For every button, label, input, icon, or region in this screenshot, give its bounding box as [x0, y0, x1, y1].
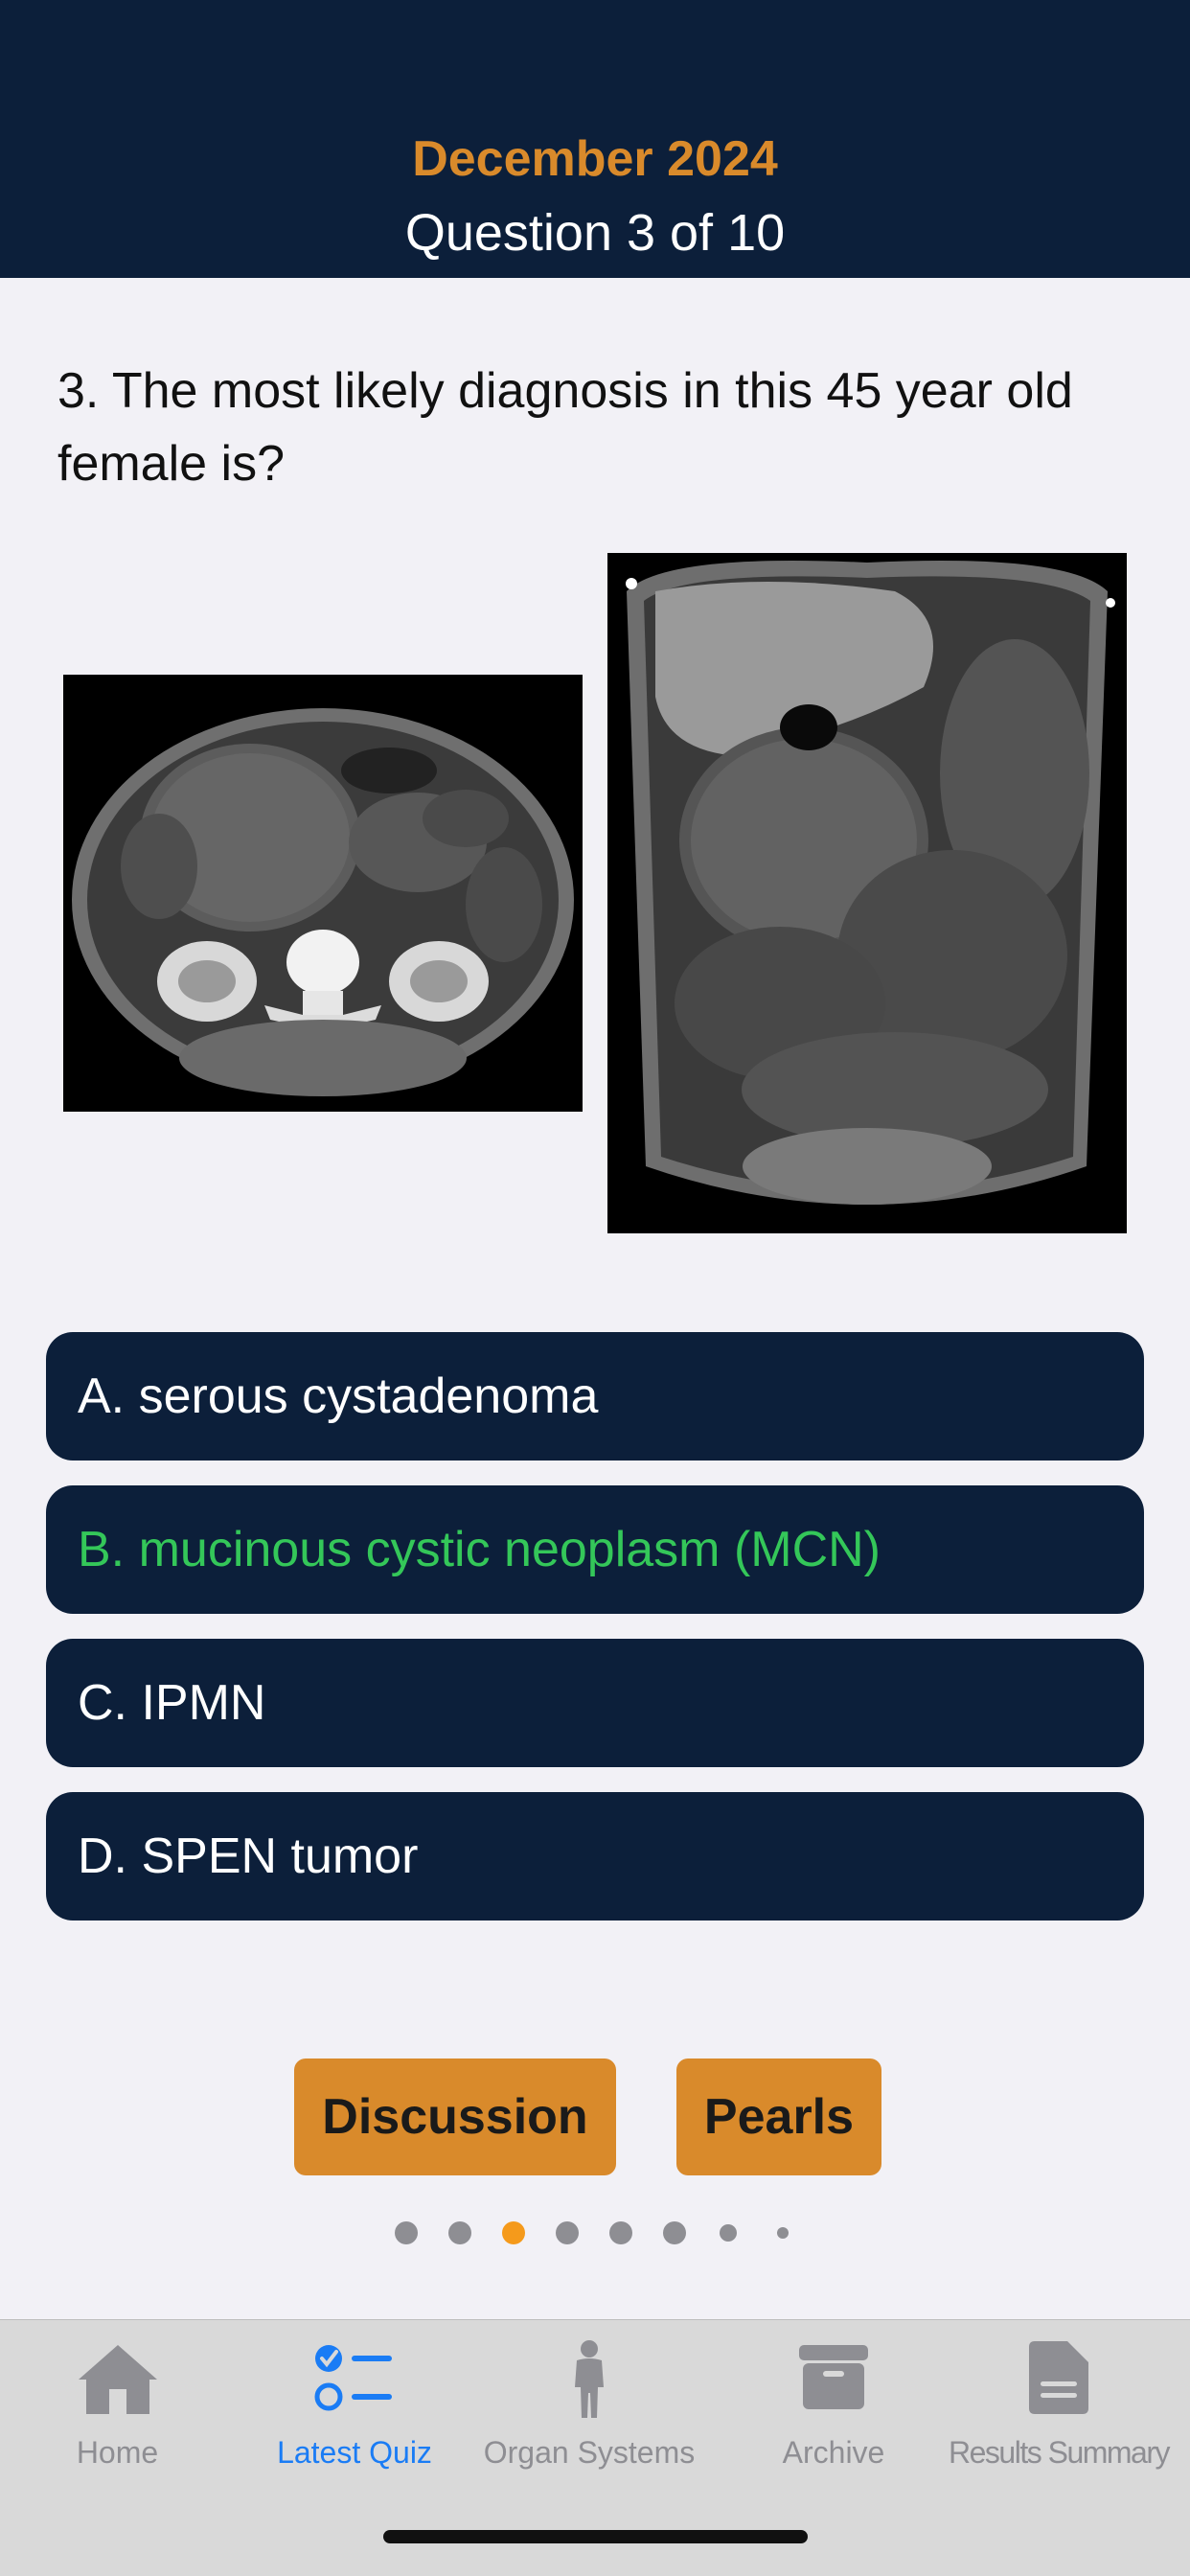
answer-option-b[interactable]: B. mucinous cystic neoplasm (MCN) [46, 1485, 1144, 1614]
document-icon [1027, 2339, 1090, 2421]
question-text: 3. The most likely diagnosis in this 45 … [57, 363, 1073, 492]
pearls-button[interactable]: Pearls [676, 2058, 881, 2175]
tab-archive[interactable]: Archive [747, 2320, 920, 2483]
tab-results-summary-label: Results Summary [949, 2435, 1171, 2470]
page-dot[interactable] [556, 2221, 579, 2244]
tab-results-summary[interactable]: Results Summary [934, 2320, 1183, 2483]
ct-axial-image [63, 675, 583, 1112]
quiz-month-title: December 2024 [412, 131, 778, 187]
tab-home[interactable]: Home [38, 2320, 196, 2483]
tab-organ-systems[interactable]: Organ Systems [474, 2320, 704, 2483]
answer-option-d[interactable]: D. SPEN tumor [46, 1792, 1144, 1920]
page-dot[interactable] [448, 2221, 471, 2244]
tab-home-label: Home [76, 2435, 159, 2470]
question-progress: Question 3 of 10 [404, 204, 786, 262]
ct-coronal-image [607, 553, 1127, 1233]
page-dot[interactable] [777, 2227, 789, 2239]
page-dot[interactable] [395, 2221, 418, 2244]
page-dot[interactable] [663, 2221, 686, 2244]
page-indicator[interactable] [0, 2221, 1190, 2246]
tab-organ-systems-label: Organ Systems [483, 2435, 696, 2470]
archive-box-icon [797, 2339, 870, 2417]
tab-latest-quiz[interactable]: Latest Quiz [259, 2320, 450, 2483]
answer-option-c[interactable]: C. IPMN [46, 1639, 1144, 1767]
tab-latest-quiz-label: Latest Quiz [277, 2435, 432, 2470]
home-indicator [383, 2530, 808, 2543]
person-icon [565, 2339, 613, 2425]
quiz-header: December 2024 Question 3 of 10 [0, 0, 1190, 278]
answer-option-a[interactable]: A. serous cystadenoma [46, 1332, 1144, 1460]
checklist-icon [313, 2339, 396, 2421]
discussion-button[interactable]: Discussion [294, 2058, 616, 2175]
page-dot-active[interactable] [502, 2221, 525, 2244]
page-dot[interactable] [720, 2224, 737, 2242]
tab-archive-label: Archive [782, 2435, 885, 2470]
page-dot[interactable] [609, 2221, 632, 2244]
house-icon [75, 2339, 161, 2421]
